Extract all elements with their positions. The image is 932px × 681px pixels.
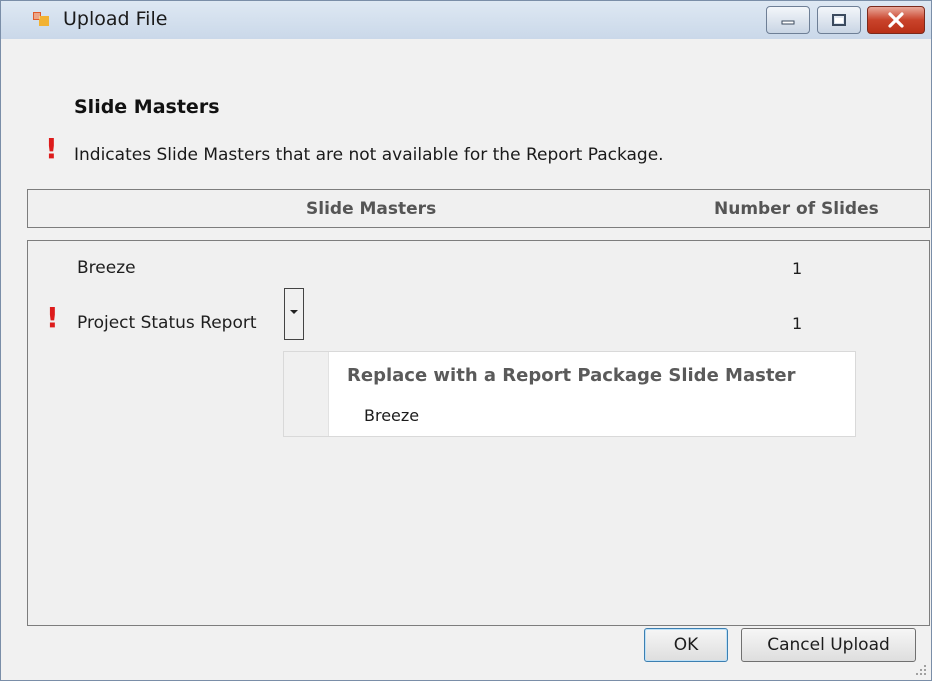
minimize-button[interactable]	[766, 6, 810, 34]
warning-icon: !	[46, 301, 59, 334]
slide-masters-list: Breeze 1 ! Project Status Report 1 Repla…	[27, 240, 930, 626]
maximize-icon	[832, 14, 846, 26]
row-count: 1	[792, 314, 803, 333]
warning-icon: !	[45, 132, 58, 165]
grid-header: Slide Masters Number of Slides	[27, 189, 930, 228]
column-header-slide-masters[interactable]: Slide Masters	[306, 199, 436, 219]
menu-header: Replace with a Report Package Slide Mast…	[347, 365, 796, 386]
maximize-button[interactable]	[817, 6, 861, 34]
resize-grip-icon[interactable]	[913, 662, 927, 676]
cancel-upload-button[interactable]: Cancel Upload	[741, 628, 916, 662]
ok-button[interactable]: OK	[644, 628, 728, 662]
row-count: 1	[792, 259, 803, 278]
warning-legend-text: Indicates Slide Masters that are not ava…	[74, 145, 664, 165]
close-icon	[888, 12, 904, 28]
window-title: Upload File	[63, 8, 168, 30]
menu-gutter	[284, 352, 329, 436]
app-icon	[33, 12, 49, 26]
title-bar: Upload File	[1, 1, 931, 39]
dialog-body: Slide Masters ! Indicates Slide Masters …	[1, 39, 931, 680]
chevron-down-icon	[290, 310, 298, 314]
replace-menu: Replace with a Report Package Slide Mast…	[283, 351, 856, 437]
close-button[interactable]	[867, 6, 925, 34]
section-title: Slide Masters	[74, 96, 220, 118]
column-header-number-of-slides[interactable]: Number of Slides	[714, 199, 879, 219]
row-name[interactable]: Breeze	[77, 258, 136, 278]
replace-dropdown-button[interactable]	[284, 288, 304, 340]
upload-file-dialog: Upload File Slide Masters ! Indicates Sl…	[0, 0, 932, 681]
row-name[interactable]: Project Status Report	[77, 313, 257, 333]
minimize-icon	[781, 20, 795, 25]
menu-item-breeze[interactable]: Breeze	[364, 406, 419, 425]
